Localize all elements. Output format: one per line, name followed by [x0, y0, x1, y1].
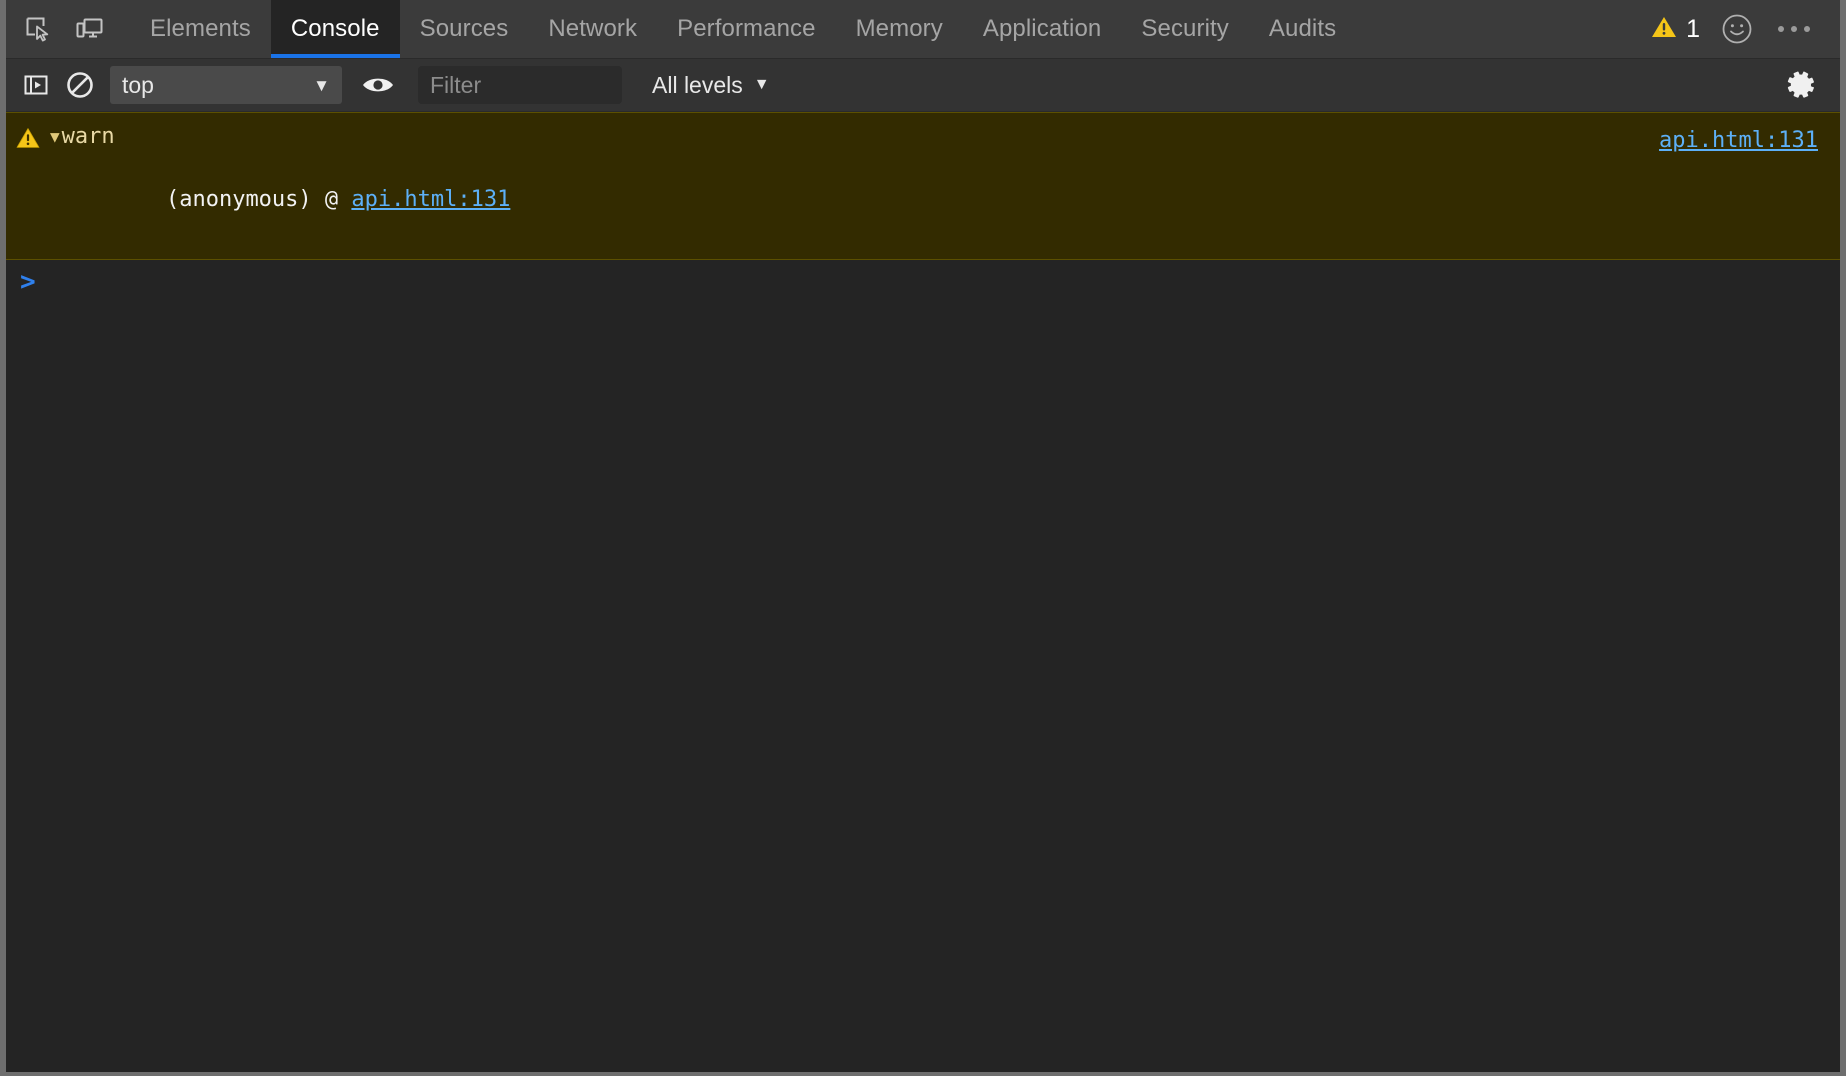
tab-network-label: Network — [548, 15, 638, 42]
stack-frame-link[interactable]: api.html:131 — [351, 187, 510, 212]
dot-1 — [1778, 26, 1784, 32]
execution-context-value: top — [122, 71, 154, 98]
console-toolbar: top ▼ All levels ▼ — [6, 59, 1840, 112]
console-message-header-row: ▼ warn api.html:131 — [6, 122, 1840, 153]
tab-application[interactable]: Application — [963, 0, 1122, 58]
tab-network[interactable]: Network — [528, 0, 657, 58]
tab-performance[interactable]: Performance — [657, 0, 836, 58]
tab-performance-label: Performance — [677, 15, 816, 42]
create-live-expression-eye-icon[interactable] — [356, 65, 400, 105]
console-message-source-link[interactable]: api.html:131 — [1659, 126, 1818, 156]
devtools-tabbar: Elements Console Sources Network Perform… — [6, 0, 1840, 59]
console-filter-input[interactable] — [418, 66, 622, 104]
console-message-list[interactable]: ▼ warn api.html:131 (anonymous) @ api.ht… — [6, 112, 1840, 1072]
console-message-text: warn — [61, 124, 115, 149]
three-dots-icon[interactable] — [1766, 16, 1822, 42]
console-toolbar-right — [1780, 65, 1840, 105]
chevron-down-icon: ▼ — [753, 76, 770, 93]
tab-audits[interactable]: Audits — [1249, 0, 1356, 58]
tab-sources-label: Sources — [419, 15, 509, 42]
tab-sources[interactable]: Sources — [400, 0, 529, 58]
prompt-chevron-icon: > — [20, 267, 36, 297]
console-prompt-row[interactable]: > — [6, 260, 1840, 308]
inspect-element-icon[interactable] — [16, 8, 60, 50]
console-stack-frame: (anonymous) @ api.html:131 — [6, 155, 1840, 245]
dot-3 — [1804, 26, 1810, 32]
log-levels-value: All levels — [652, 71, 743, 98]
tab-elements-label: Elements — [150, 15, 251, 42]
devtools-window: Elements Console Sources Network Perform… — [0, 0, 1846, 1076]
warning-triangle-icon — [16, 122, 44, 153]
warning-triangle-icon — [1651, 15, 1677, 44]
smiley-face-icon[interactable] — [1714, 6, 1760, 52]
stack-frame-label: (anonymous) @ — [165, 187, 352, 212]
device-toolbar-icon[interactable] — [68, 8, 112, 50]
tab-security[interactable]: Security — [1121, 0, 1249, 58]
tabbar-right-controls: 1 — [1643, 0, 1840, 58]
console-message-warning[interactable]: ▼ warn api.html:131 (anonymous) @ api.ht… — [6, 112, 1840, 260]
chevron-down-icon: ▼ — [313, 75, 330, 95]
dot-2 — [1791, 26, 1797, 32]
warning-count-label: 1 — [1686, 14, 1700, 43]
tab-security-label: Security — [1141, 15, 1229, 42]
clear-console-icon[interactable] — [58, 65, 102, 105]
console-prompt-input[interactable] — [47, 268, 1840, 296]
log-levels-select[interactable]: All levels ▼ — [644, 67, 778, 104]
devtools-panel-tabs: Elements Console Sources Network Perform… — [130, 0, 1356, 58]
tab-console-label: Console — [290, 15, 380, 42]
tab-application-label: Application — [982, 15, 1102, 42]
tab-memory[interactable]: Memory — [836, 0, 963, 58]
settings-gear-icon[interactable] — [1780, 65, 1824, 105]
console-sidebar-toggle-icon[interactable] — [14, 65, 58, 105]
tab-memory-label: Memory — [855, 15, 943, 42]
message-disclosure-triangle[interactable]: ▼ — [44, 122, 60, 152]
tabbar-left-icons — [6, 0, 112, 58]
tab-audits-label: Audits — [1268, 15, 1337, 42]
tab-elements[interactable]: Elements — [130, 0, 271, 58]
execution-context-select[interactable]: top ▼ — [110, 66, 342, 104]
warning-count-button[interactable]: 1 — [1643, 11, 1708, 48]
tab-console[interactable]: Console — [270, 0, 400, 58]
